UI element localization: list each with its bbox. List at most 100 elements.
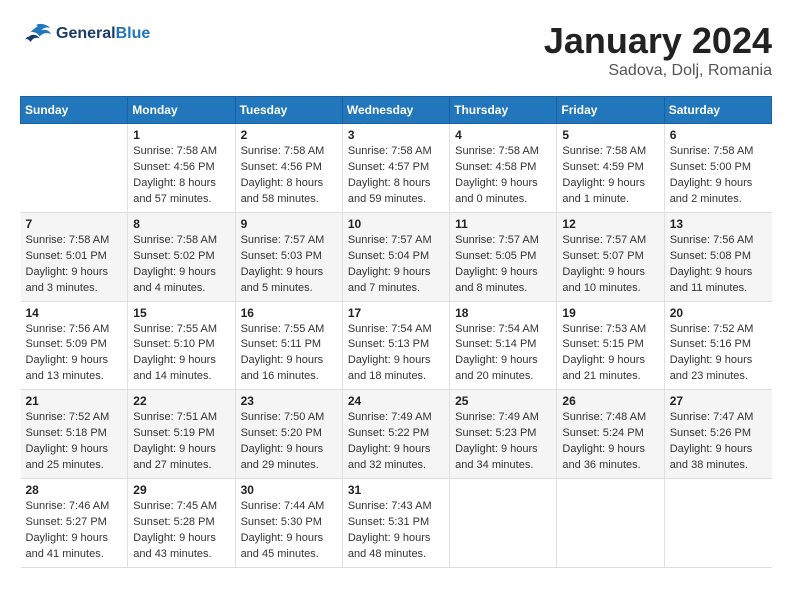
calendar-cell: 3 Sunrise: 7:58 AM Sunset: 4:57 PM Daylig… xyxy=(342,124,449,213)
day-number: 19 xyxy=(562,306,658,320)
calendar-cell: 19Sunrise: 7:53 AM Sunset: 5:15 PM Dayli… xyxy=(557,301,664,390)
day-info: Sunrise: 7:58 AM Sunset: 4:56 PM Dayligh… xyxy=(241,144,337,208)
day-info: Sunrise: 7:49 AM Sunset: 5:23 PM Dayligh… xyxy=(455,410,551,474)
month-title: January 2024 xyxy=(544,20,772,62)
calendar-cell: 23 Sunrise: 7:50 AM Sunset: 5:20 PM Dayli… xyxy=(235,390,342,479)
day-number: 21 xyxy=(26,394,123,408)
week-row-2: 7 Sunrise: 7:58 AM Sunset: 5:01 PM Daylig… xyxy=(21,212,772,301)
header-wednesday: Wednesday xyxy=(342,97,449,124)
calendar-cell xyxy=(450,479,557,568)
day-info: Sunrise: 7:47 AM Sunset: 5:26 PM Dayligh… xyxy=(670,410,767,474)
day-info: Sunrise: 7:51 AM Sunset: 5:19 PM Dayligh… xyxy=(133,410,229,474)
day-info: Sunrise: 7:55 AM Sunset: 5:11 PM Dayligh… xyxy=(241,322,337,386)
day-number: 27 xyxy=(670,394,767,408)
day-number: 5 xyxy=(562,128,658,142)
day-info: Sunrise: 7:56 AM Sunset: 5:08 PM Dayligh… xyxy=(670,233,767,297)
header-monday: Monday xyxy=(128,97,235,124)
day-number: 13 xyxy=(670,217,767,231)
logo-text: GeneralBlue xyxy=(56,25,150,43)
day-info: Sunrise: 7:54 AM Sunset: 5:14 PM Dayligh… xyxy=(455,322,551,386)
week-row-1: 1 Sunrise: 7:58 AM Sunset: 4:56 PM Daylig… xyxy=(21,124,772,213)
day-number: 31 xyxy=(348,483,444,497)
day-info: Sunrise: 7:50 AM Sunset: 5:20 PM Dayligh… xyxy=(241,410,337,474)
calendar-cell: 28Sunrise: 7:46 AM Sunset: 5:27 PM Dayli… xyxy=(21,479,128,568)
logo: GeneralBlue xyxy=(20,20,150,48)
day-number: 14 xyxy=(26,306,123,320)
calendar-cell: 10 Sunrise: 7:57 AM Sunset: 5:04 PM Dayli… xyxy=(342,212,449,301)
title-block: January 2024 Sadova, Dolj, Romania xyxy=(544,20,772,80)
calendar-cell: 16 Sunrise: 7:55 AM Sunset: 5:11 PM Dayli… xyxy=(235,301,342,390)
day-info: Sunrise: 7:57 AM Sunset: 5:07 PM Dayligh… xyxy=(562,233,658,297)
calendar-cell: 29 Sunrise: 7:45 AM Sunset: 5:28 PM Dayli… xyxy=(128,479,235,568)
calendar-cell xyxy=(21,124,128,213)
calendar-cell: 7 Sunrise: 7:58 AM Sunset: 5:01 PM Daylig… xyxy=(21,212,128,301)
calendar-cell: 18 Sunrise: 7:54 AM Sunset: 5:14 PM Dayli… xyxy=(450,301,557,390)
day-info: Sunrise: 7:58 AM Sunset: 5:00 PM Dayligh… xyxy=(670,144,767,208)
day-info: Sunrise: 7:58 AM Sunset: 4:56 PM Dayligh… xyxy=(133,144,229,208)
day-number: 24 xyxy=(348,394,444,408)
day-number: 22 xyxy=(133,394,229,408)
calendar-cell xyxy=(664,479,771,568)
day-info: Sunrise: 7:58 AM Sunset: 4:57 PM Dayligh… xyxy=(348,144,444,208)
day-info: Sunrise: 7:44 AM Sunset: 5:30 PM Dayligh… xyxy=(241,499,337,563)
day-info: Sunrise: 7:57 AM Sunset: 5:04 PM Dayligh… xyxy=(348,233,444,297)
day-info: Sunrise: 7:56 AM Sunset: 5:09 PM Dayligh… xyxy=(26,322,123,386)
day-number: 1 xyxy=(133,128,229,142)
day-number: 15 xyxy=(133,306,229,320)
week-row-4: 21 Sunrise: 7:52 AM Sunset: 5:18 PM Dayli… xyxy=(21,390,772,479)
calendar-cell: 20 Sunrise: 7:52 AM Sunset: 5:16 PM Dayli… xyxy=(664,301,771,390)
day-info: Sunrise: 7:43 AM Sunset: 5:31 PM Dayligh… xyxy=(348,499,444,563)
day-number: 20 xyxy=(670,306,767,320)
logo-icon xyxy=(20,20,52,48)
day-info: Sunrise: 7:48 AM Sunset: 5:24 PM Dayligh… xyxy=(562,410,658,474)
header-friday: Friday xyxy=(557,97,664,124)
calendar-cell: 30Sunrise: 7:44 AM Sunset: 5:30 PM Dayli… xyxy=(235,479,342,568)
day-info: Sunrise: 7:58 AM Sunset: 5:02 PM Dayligh… xyxy=(133,233,229,297)
day-info: Sunrise: 7:46 AM Sunset: 5:27 PM Dayligh… xyxy=(26,499,123,563)
day-number: 8 xyxy=(133,217,229,231)
calendar-cell: 6 Sunrise: 7:58 AM Sunset: 5:00 PM Daylig… xyxy=(664,124,771,213)
day-number: 18 xyxy=(455,306,551,320)
calendar-cell: 11Sunrise: 7:57 AM Sunset: 5:05 PM Dayli… xyxy=(450,212,557,301)
day-info: Sunrise: 7:54 AM Sunset: 5:13 PM Dayligh… xyxy=(348,322,444,386)
day-number: 6 xyxy=(670,128,767,142)
day-number: 3 xyxy=(348,128,444,142)
week-row-3: 14 Sunrise: 7:56 AM Sunset: 5:09 PM Dayli… xyxy=(21,301,772,390)
calendar-cell: 9 Sunrise: 7:57 AM Sunset: 5:03 PM Daylig… xyxy=(235,212,342,301)
calendar-cell: 15 Sunrise: 7:55 AM Sunset: 5:10 PM Dayli… xyxy=(128,301,235,390)
day-info: Sunrise: 7:57 AM Sunset: 5:03 PM Dayligh… xyxy=(241,233,337,297)
calendar-cell: 25 Sunrise: 7:49 AM Sunset: 5:23 PM Dayli… xyxy=(450,390,557,479)
day-number: 7 xyxy=(26,217,123,231)
calendar-cell: 2 Sunrise: 7:58 AM Sunset: 4:56 PM Daylig… xyxy=(235,124,342,213)
calendar-cell: 14 Sunrise: 7:56 AM Sunset: 5:09 PM Dayli… xyxy=(21,301,128,390)
day-number: 2 xyxy=(241,128,337,142)
week-row-5: 28Sunrise: 7:46 AM Sunset: 5:27 PM Dayli… xyxy=(21,479,772,568)
day-number: 16 xyxy=(241,306,337,320)
day-number: 10 xyxy=(348,217,444,231)
day-info: Sunrise: 7:58 AM Sunset: 5:01 PM Dayligh… xyxy=(26,233,123,297)
day-number: 12 xyxy=(562,217,658,231)
calendar-cell: 17Sunrise: 7:54 AM Sunset: 5:13 PM Dayli… xyxy=(342,301,449,390)
day-number: 25 xyxy=(455,394,551,408)
page-header: GeneralBlue January 2024 Sadova, Dolj, R… xyxy=(20,20,772,80)
day-number: 29 xyxy=(133,483,229,497)
day-number: 11 xyxy=(455,217,551,231)
day-info: Sunrise: 7:52 AM Sunset: 5:16 PM Dayligh… xyxy=(670,322,767,386)
day-info: Sunrise: 7:58 AM Sunset: 4:59 PM Dayligh… xyxy=(562,144,658,208)
calendar-cell: 5 Sunrise: 7:58 AM Sunset: 4:59 PM Daylig… xyxy=(557,124,664,213)
day-number: 4 xyxy=(455,128,551,142)
calendar-cell: 24 Sunrise: 7:49 AM Sunset: 5:22 PM Dayli… xyxy=(342,390,449,479)
day-info: Sunrise: 7:55 AM Sunset: 5:10 PM Dayligh… xyxy=(133,322,229,386)
calendar-cell xyxy=(557,479,664,568)
day-info: Sunrise: 7:52 AM Sunset: 5:18 PM Dayligh… xyxy=(26,410,123,474)
day-info: Sunrise: 7:45 AM Sunset: 5:28 PM Dayligh… xyxy=(133,499,229,563)
header-tuesday: Tuesday xyxy=(235,97,342,124)
calendar-header-row: SundayMondayTuesdayWednesdayThursdayFrid… xyxy=(21,97,772,124)
day-number: 23 xyxy=(241,394,337,408)
calendar-cell: 4Sunrise: 7:58 AM Sunset: 4:58 PM Daylig… xyxy=(450,124,557,213)
day-number: 26 xyxy=(562,394,658,408)
calendar-cell: 27 Sunrise: 7:47 AM Sunset: 5:26 PM Dayli… xyxy=(664,390,771,479)
header-thursday: Thursday xyxy=(450,97,557,124)
day-number: 9 xyxy=(241,217,337,231)
day-info: Sunrise: 7:49 AM Sunset: 5:22 PM Dayligh… xyxy=(348,410,444,474)
